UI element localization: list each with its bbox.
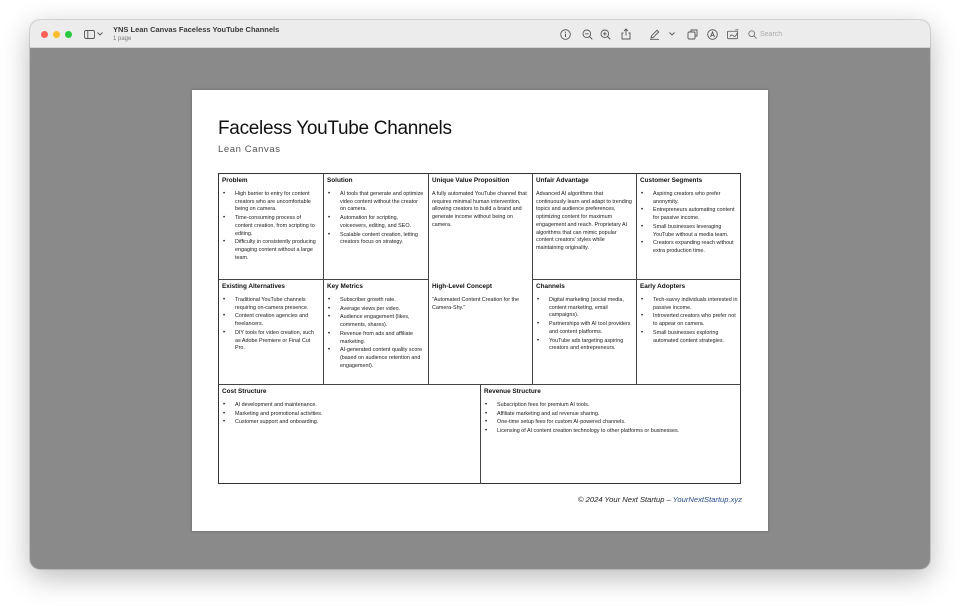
sidebar-icon (84, 29, 95, 39)
list-item: Customer support and onboarding. (222, 419, 477, 427)
cost-structure-block: Cost Structure AI development and mainte… (219, 385, 480, 484)
block-title: Unique Value Proposition (432, 177, 510, 184)
block-text: Advanced AI algorithms that continuously… (536, 191, 632, 251)
list-item: Small businesses exploring automated con… (640, 330, 738, 345)
block-title: High-Level Concept (432, 283, 493, 290)
minimize-button[interactable] (53, 31, 60, 38)
block-title: Channels (536, 283, 565, 290)
zoom-in-icon (600, 29, 611, 40)
page-count: 1 page (113, 35, 132, 42)
list-item: Difficulty in consistently producing eng… (222, 239, 320, 262)
unfair-advantage-block: Unfair Advantage Advanced AI algorithms … (533, 174, 636, 279)
page-title: Faceless YouTube Channels (218, 118, 452, 139)
share-icon (621, 28, 631, 40)
list-item: Licensing of AI content creation technol… (484, 428, 738, 436)
markup-pen-icon (649, 29, 659, 40)
block-title: Problem (222, 177, 248, 184)
lean-canvas-grid: Problem High barrier to entry for conten… (218, 173, 741, 484)
list-item: DIY tools for video creation, such as Ad… (222, 330, 320, 353)
search-icon (748, 29, 757, 39)
search-input[interactable] (760, 30, 880, 38)
document-title: YNS Lean Canvas Faceless YouTube Channel… (113, 25, 280, 34)
list-item: Partnerships with AI tool providers and … (536, 321, 633, 336)
share-button[interactable] (620, 28, 632, 40)
list-item: Subscription fees for premium AI tools. (484, 402, 738, 410)
annotate-button[interactable] (727, 28, 739, 40)
list-item: Subscriber growth rate. (327, 297, 425, 305)
block-text: A fully automated YouTube channel that r… (432, 191, 527, 228)
list-item: High barrier to entry for content creato… (222, 191, 320, 214)
block-title: Revenue Structure (484, 388, 541, 395)
problem-block: Problem High barrier to entry for conten… (219, 174, 323, 279)
sidebar-toggle-button[interactable] (84, 28, 106, 40)
list-item: Creators expanding reach without extra p… (640, 240, 738, 255)
zoom-button[interactable] (65, 31, 72, 38)
list-item: AI-generated content quality score (base… (327, 347, 425, 370)
block-title: Early Adopters (640, 283, 686, 290)
list-item: Automation for scripting, voiceovers, ed… (327, 215, 425, 230)
markup-button[interactable] (648, 28, 660, 40)
chevron-down-icon (669, 32, 675, 36)
page-subtitle: Lean Canvas (218, 144, 281, 155)
list-item: Introverted creators who prefer not to a… (640, 313, 738, 328)
list-item: Scalable content creation, letting creat… (327, 232, 425, 247)
block-text: "Automated Content Creation for the Came… (432, 297, 520, 311)
window-button[interactable] (686, 28, 698, 40)
search-field[interactable] (748, 27, 898, 41)
markup-menu-button[interactable] (666, 28, 678, 40)
highlight-button[interactable] (706, 28, 718, 40)
block-title: Key Metrics (327, 283, 363, 290)
pdf-page: Faceless YouTube Channels Lean Canvas Pr… (192, 90, 768, 531)
list-item: Digital marketing (social media, content… (536, 297, 633, 320)
block-title: Solution (327, 177, 353, 184)
list-item: One-time setup fees for custom AI-powere… (484, 419, 738, 427)
customer-segments-block: Customer Segments Aspiring creators who … (637, 174, 741, 279)
block-title: Unfair Advantage (536, 177, 589, 184)
page-footer: © 2024 Your Next Startup – YourNextStart… (578, 495, 742, 504)
list-item: Small businesses leveraging YouTube with… (640, 224, 738, 239)
list-item: Time-consuming process of content creati… (222, 215, 320, 238)
info-button[interactable] (559, 28, 571, 40)
revenue-structure-block: Revenue Structure Subscription fees for … (481, 385, 741, 484)
list-item: AI development and maintenance. (222, 402, 477, 410)
list-item: Average views per video. (327, 306, 425, 314)
list-item: Affiliate marketing and ad revenue shari… (484, 411, 738, 419)
list-item: Revenue from ads and affiliate marketing… (327, 331, 425, 346)
uvp-block: Unique Value Proposition A fully automat… (429, 174, 532, 279)
block-title: Cost Structure (222, 388, 267, 395)
block-title: Customer Segments (640, 177, 703, 184)
list-item: Tech-savvy individuals interested in pas… (640, 297, 738, 312)
list-item: Audience engagement (likes, comments, sh… (327, 314, 425, 329)
existing-alternatives-block: Existing Alternatives Traditional YouTub… (219, 280, 323, 384)
channels-block: Channels Digital marketing (social media… (533, 280, 636, 384)
zoom-in-button[interactable] (599, 28, 611, 40)
footer-link[interactable]: YourNextStartup.xyz (673, 495, 742, 504)
chevron-down-icon (97, 32, 103, 36)
key-metrics-block: Key Metrics Subscriber growth rate. Aver… (324, 280, 428, 384)
list-item: AI tools that generate and optimize vide… (327, 191, 425, 214)
title-bar: YNS Lean Canvas Faceless YouTube Channel… (30, 20, 930, 48)
zoom-out-button[interactable] (581, 28, 593, 40)
early-adopters-block: Early Adopters Tech-savvy individuals in… (637, 280, 741, 384)
window-icon (687, 29, 697, 39)
close-button[interactable] (41, 31, 48, 38)
list-item: Marketing and promotional activities. (222, 411, 477, 419)
info-icon (559, 28, 571, 40)
high-level-concept-block: High-Level Concept "Automated Content Cr… (429, 280, 532, 384)
block-title: Existing Alternatives (222, 283, 285, 290)
list-item: Traditional YouTube channels requiring o… (222, 297, 320, 312)
footer-copyright: © 2024 Your Next Startup – (577, 495, 673, 504)
preview-window: YNS Lean Canvas Faceless YouTube Channel… (30, 20, 930, 569)
list-item: Entrepreneurs automating content for pas… (640, 207, 738, 222)
list-item: Aspiring creators who prefer anonymity. (640, 191, 738, 206)
solution-block: Solution AI tools that generate and opti… (324, 174, 428, 279)
list-item: YouTube ads targeting aspiring creators … (536, 338, 633, 353)
annotate-icon (727, 28, 739, 39)
list-item: Content creation agencies and freelancer… (222, 313, 320, 328)
highlight-icon (706, 28, 718, 40)
zoom-out-icon (582, 29, 593, 40)
